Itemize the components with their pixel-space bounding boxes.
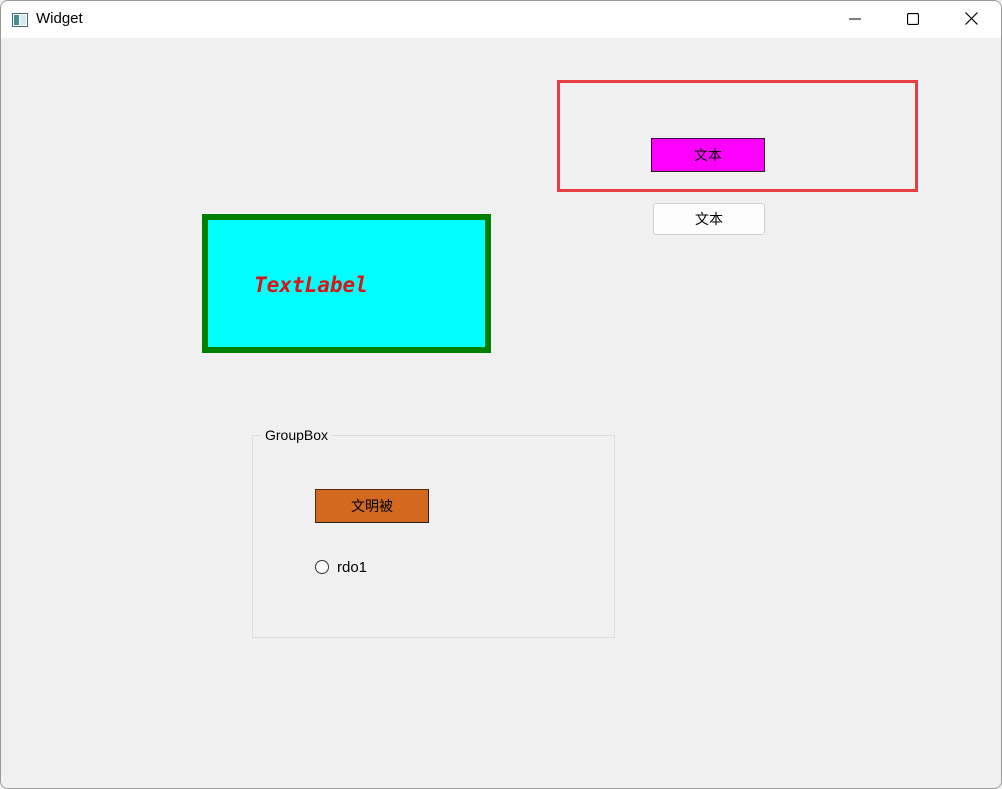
text-button[interactable]: 文本 <box>653 203 765 235</box>
radio-circle-icon[interactable] <box>315 560 329 574</box>
group-box: GroupBox 文明被 rdo1 <box>252 427 615 638</box>
text-label-box: TextLabel <box>202 214 491 353</box>
close-button[interactable] <box>942 1 1000 38</box>
minimize-button[interactable] <box>826 1 884 38</box>
maximize-icon <box>906 10 920 29</box>
title-bar[interactable]: Widget <box>1 1 1001 38</box>
red-frame <box>557 80 918 192</box>
radio-label: rdo1 <box>337 558 368 576</box>
radio-rdo1[interactable]: rdo1 <box>315 558 367 576</box>
close-icon <box>964 10 978 29</box>
app-window: Widget 文本 文本 TextLabel GroupBox 文明被 rdo1 <box>0 0 1002 789</box>
window-title: Widget <box>36 10 83 27</box>
orange-button[interactable]: 文明被 <box>315 489 429 523</box>
maximize-button[interactable] <box>884 1 942 38</box>
magenta-text-button[interactable]: 文本 <box>651 138 765 172</box>
app-window-icon <box>12 12 28 27</box>
text-label: TextLabel <box>254 273 368 297</box>
minimize-icon <box>849 10 861 29</box>
client-area: 文本 文本 TextLabel GroupBox 文明被 rdo1 <box>1 38 1001 788</box>
group-box-title: GroupBox <box>261 427 333 443</box>
